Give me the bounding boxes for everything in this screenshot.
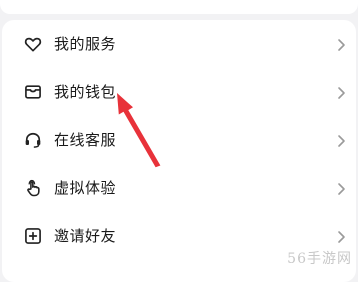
chevron-right-icon [336,229,346,243]
wallet-icon [22,81,44,103]
plus-square-icon [22,225,44,247]
menu-item-my-wallet[interactable]: 我的钱包 [2,68,356,116]
top-section-edge [0,0,358,14]
chevron-right-icon [336,85,346,99]
heart-icon [22,33,44,55]
touch-hand-icon [22,177,44,199]
menu-item-my-services[interactable]: 我的服务 [2,20,356,68]
menu-item-label: 我的服务 [54,35,117,53]
chevron-right-icon [336,181,346,195]
menu-item-virtual-experience[interactable]: 虚拟体验 [2,164,356,212]
chevron-right-icon [336,37,346,51]
menu-card: 我的服务 我的钱包 在线客服 虚拟体验 邀请好友 [2,20,356,282]
headset-icon [22,129,44,151]
watermark: 56手游网 [287,251,352,267]
menu-item-online-support[interactable]: 在线客服 [2,116,356,164]
menu-item-label: 虚拟体验 [54,179,117,197]
menu-item-label: 邀请好友 [54,227,117,245]
menu-item-label: 在线客服 [54,131,117,149]
chevron-right-icon [336,133,346,147]
menu-item-label: 我的钱包 [54,83,117,101]
